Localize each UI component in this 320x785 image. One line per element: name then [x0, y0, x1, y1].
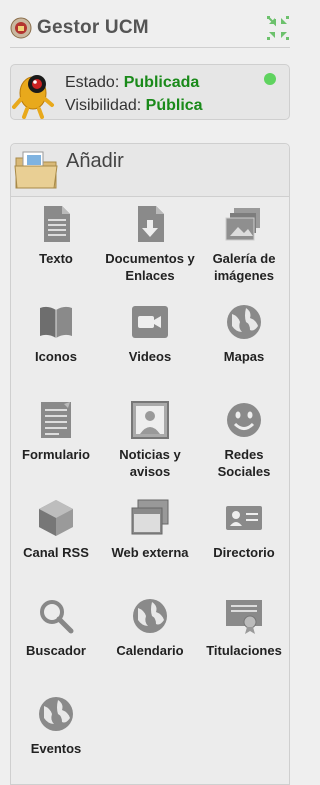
tool-iconos[interactable]: Iconos: [11, 302, 101, 365]
globe-icon: [227, 305, 261, 339]
header-divider: [10, 47, 290, 48]
video-camera-icon: [132, 306, 168, 338]
ucm-seal-icon: [10, 17, 32, 39]
form-icon: [41, 402, 71, 438]
contact-card-icon: [226, 506, 262, 530]
globe-icon: [133, 599, 167, 633]
tool-redes[interactable]: Redes Sociales: [199, 400, 289, 480]
add-panel-title: Añadir: [66, 150, 124, 172]
tool-titulaciones[interactable]: Titulaciones: [199, 596, 289, 659]
tool-label: Videos: [128, 349, 172, 364]
estado-label: Estado:: [65, 74, 120, 91]
diploma-icon: [226, 600, 262, 634]
book-icon: [40, 306, 72, 338]
tool-label: Mapas: [223, 349, 265, 364]
smiley-icon: [227, 403, 261, 437]
news-portrait-icon: [131, 401, 169, 439]
browser-windows-icon: [131, 499, 169, 535]
status-panel: Estado: Publicada Visibilidad: Pública: [10, 64, 290, 120]
tool-label: Documentos y Enlaces: [105, 251, 195, 283]
cube-icon: [39, 500, 73, 536]
tool-label: Iconos: [35, 349, 77, 364]
tool-label: Canal RSS: [23, 545, 89, 560]
tool-label: Directorio: [213, 545, 275, 560]
tool-videos[interactable]: Videos: [105, 302, 195, 365]
tool-buscador[interactable]: Buscador: [11, 596, 101, 659]
tool-label: Calendario: [116, 643, 184, 658]
estado-value: Publicada: [123, 74, 200, 91]
tool-label: Eventos: [30, 741, 82, 756]
tool-calendario[interactable]: Calendario: [105, 596, 195, 659]
app-header: Gestor UCM: [0, 0, 299, 52]
collapse-arrows-icon[interactable]: [265, 14, 291, 42]
document-download-icon: [138, 206, 164, 242]
tool-rss[interactable]: Canal RSS: [11, 498, 101, 561]
tool-label: Redes Sociales: [217, 447, 271, 479]
tool-label: Texto: [39, 251, 73, 266]
status-avatar-icon: [12, 75, 54, 119]
tool-label: Formulario: [22, 447, 90, 462]
tool-eventos[interactable]: Eventos: [11, 694, 101, 757]
add-panel: Añadir Texto Documentos y Enlaces Galerí…: [10, 143, 290, 785]
tool-galeria[interactable]: Galería de imágenes: [199, 204, 289, 284]
visibilidad-label: Visibilidad:: [65, 97, 142, 114]
magnifier-icon: [40, 600, 74, 634]
status-indicator: [264, 73, 276, 85]
tool-documentos[interactable]: Documentos y Enlaces: [105, 204, 195, 284]
estado-line: Estado: Publicada: [65, 74, 199, 92]
add-panel-header[interactable]: Añadir: [11, 144, 289, 197]
tool-label: Noticias y avisos: [119, 447, 181, 479]
tool-label: Titulaciones: [206, 643, 282, 658]
tool-formulario[interactable]: Formulario: [11, 400, 101, 463]
visibilidad-value: Pública: [145, 97, 203, 114]
image-gallery-icon: [225, 208, 260, 241]
tool-mapas[interactable]: Mapas: [199, 302, 289, 365]
visibilidad-line: Visibilidad: Pública: [65, 97, 203, 115]
folder-icon: [14, 151, 58, 189]
tool-noticias[interactable]: Noticias y avisos: [105, 400, 195, 480]
globe-icon: [39, 697, 73, 731]
app-title: Gestor UCM: [37, 17, 149, 38]
tool-label: Galería de imágenes: [212, 251, 276, 283]
tool-texto[interactable]: Texto: [11, 204, 101, 267]
tool-web-externa[interactable]: Web externa: [105, 498, 195, 561]
tool-directorio[interactable]: Directorio: [199, 498, 289, 561]
document-text-icon: [44, 206, 70, 242]
tool-label: Buscador: [26, 643, 86, 658]
tool-label: Web externa: [111, 545, 189, 560]
